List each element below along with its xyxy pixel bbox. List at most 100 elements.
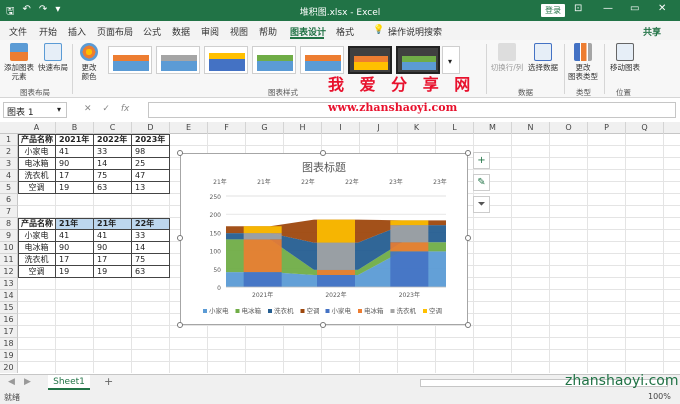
resize-handle-top[interactable] — [320, 150, 326, 156]
row-header-9[interactable]: 9 — [0, 230, 18, 242]
resize-handle-top-left[interactable] — [177, 150, 183, 156]
column-header-F[interactable]: F — [208, 122, 246, 134]
name-box-dropdown-icon[interactable]: ▾ — [57, 105, 61, 114]
chart-style-2[interactable] — [156, 46, 200, 74]
restore-button[interactable]: ▭ — [630, 3, 639, 14]
column-header-D[interactable]: D — [132, 122, 170, 134]
column-header-B[interactable]: B — [56, 122, 94, 134]
column-header-C[interactable]: C — [94, 122, 132, 134]
chart-title[interactable]: 图表标题 — [302, 160, 346, 174]
ribbon-display-icon[interactable]: ⊡ — [574, 3, 582, 14]
column-header-A[interactable]: A — [18, 122, 56, 134]
column-header-E[interactable]: E — [170, 122, 208, 134]
column-header-I[interactable]: I — [322, 122, 360, 134]
resize-handle-left[interactable] — [177, 235, 183, 241]
row-header-16[interactable]: 16 — [0, 314, 18, 326]
column-header-K[interactable]: K — [398, 122, 436, 134]
close-button[interactable]: ✕ — [658, 3, 666, 14]
y-tick-label: 100 — [210, 249, 222, 256]
tab-data[interactable]: 数据 — [172, 25, 190, 38]
column-header-Q[interactable]: Q — [626, 122, 664, 134]
row-header-10[interactable]: 10 — [0, 242, 18, 254]
chart-style-7[interactable] — [396, 46, 440, 74]
add-chart-element-button[interactable]: 添加图表 元素 — [4, 43, 34, 81]
row-header-17[interactable]: 17 — [0, 326, 18, 338]
add-sheet-button[interactable]: + — [104, 375, 113, 388]
column-header-H[interactable]: H — [284, 122, 322, 134]
tab-format[interactable]: 格式 — [336, 25, 354, 38]
chart-object[interactable]: 图表标题 0 50 100 150 200 250 2021年 2022年 2023年 21年 21… — [180, 153, 468, 325]
column-header-O[interactable]: O — [550, 122, 588, 134]
row-header-19[interactable]: 19 — [0, 350, 18, 362]
chart-styles-more-button[interactable]: ▾ — [442, 46, 460, 74]
quick-layout-button[interactable]: 快速布局 — [36, 43, 70, 72]
minimize-button[interactable]: — — [603, 3, 613, 14]
row-header-8[interactable]: 8 — [0, 218, 18, 230]
sheet-tab-sheet1[interactable]: Sheet1 — [48, 375, 90, 390]
status-bar: 就绪 100% — [0, 390, 680, 404]
row-header-4[interactable]: 4 — [0, 170, 18, 182]
change-chart-type-button[interactable]: 更改 图表类型 — [566, 43, 600, 81]
tab-help[interactable]: 帮助 — [259, 25, 277, 38]
share-button[interactable]: 共享 — [643, 25, 661, 38]
row-header-15[interactable]: 15 — [0, 302, 18, 314]
row-header-2[interactable]: 2 — [0, 146, 18, 158]
resize-handle-top-right[interactable] — [465, 150, 471, 156]
scroll-right-icon[interactable]: ▶ — [24, 377, 31, 387]
tab-formulas[interactable]: 公式 — [143, 25, 161, 38]
tab-view[interactable]: 视图 — [230, 25, 248, 38]
chart-style-6-selected[interactable] — [348, 46, 392, 74]
insert-function-icon[interactable]: fx — [121, 104, 130, 114]
row-header-13[interactable]: 13 — [0, 278, 18, 290]
row-header-11[interactable]: 11 — [0, 254, 18, 266]
resize-handle-bottom-right[interactable] — [465, 322, 471, 328]
legend-swatch-7 — [423, 309, 427, 313]
chart-elements-button[interactable]: + — [473, 152, 490, 169]
table-border — [18, 218, 170, 278]
tell-me-search[interactable]: 操作说明搜索 — [388, 25, 442, 38]
select-data-button[interactable]: 选择数据 — [526, 43, 560, 72]
enter-icon[interactable]: ✓ — [102, 104, 110, 114]
resize-handle-right[interactable] — [465, 235, 471, 241]
chart-style-5[interactable] — [300, 46, 344, 74]
column-header-J[interactable]: J — [360, 122, 398, 134]
row-header-14[interactable]: 14 — [0, 290, 18, 302]
y-tick-label: 50 — [213, 267, 221, 274]
bar-segment-1-0 — [243, 239, 282, 273]
change-colors-button[interactable]: 更改 颜色 — [76, 43, 102, 81]
group-data: 数据 — [518, 88, 533, 97]
chart-style-4[interactable] — [252, 46, 296, 74]
login-button[interactable]: 登录 — [541, 4, 565, 17]
column-header-M[interactable]: M — [474, 122, 512, 134]
cancel-icon[interactable]: ✕ — [84, 104, 92, 114]
row-header-12[interactable]: 12 — [0, 266, 18, 278]
chart-filters-button[interactable]: ⏷ — [473, 196, 490, 213]
scroll-left-icon[interactable]: ◀ — [8, 377, 15, 387]
column-header-P[interactable]: P — [588, 122, 626, 134]
row-header-6[interactable]: 6 — [0, 194, 18, 206]
legend-swatch-5 — [358, 309, 362, 313]
tab-page-layout[interactable]: 页面布局 — [97, 25, 133, 38]
row-header-18[interactable]: 18 — [0, 338, 18, 350]
move-chart-button[interactable]: 移动图表 — [608, 43, 642, 72]
zoom-level[interactable]: 100% — [648, 392, 671, 401]
chart-style-1[interactable] — [108, 46, 152, 74]
tab-insert[interactable]: 插入 — [68, 25, 86, 38]
row-header-5[interactable]: 5 — [0, 182, 18, 194]
switch-row-column-button[interactable]: 切换行/列 — [490, 43, 524, 72]
row-header-7[interactable]: 7 — [0, 206, 18, 218]
row-header-1[interactable]: 1 — [0, 134, 18, 146]
chart-style-3[interactable] — [204, 46, 248, 74]
tab-file[interactable]: 文件 — [9, 25, 27, 38]
row-header-3[interactable]: 3 — [0, 158, 18, 170]
column-header-G[interactable]: G — [246, 122, 284, 134]
row-header-20[interactable]: 20 — [0, 362, 18, 373]
tab-home[interactable]: 开始 — [39, 25, 57, 38]
chart-styles-button[interactable]: ✎ — [473, 174, 490, 191]
bar-segment-2-1 — [317, 242, 355, 270]
column-header-L[interactable]: L — [436, 122, 474, 134]
resize-handle-bottom-left[interactable] — [177, 322, 183, 328]
column-header-N[interactable]: N — [512, 122, 550, 134]
resize-handle-bottom[interactable] — [320, 322, 326, 328]
tab-review[interactable]: 审阅 — [201, 25, 219, 38]
